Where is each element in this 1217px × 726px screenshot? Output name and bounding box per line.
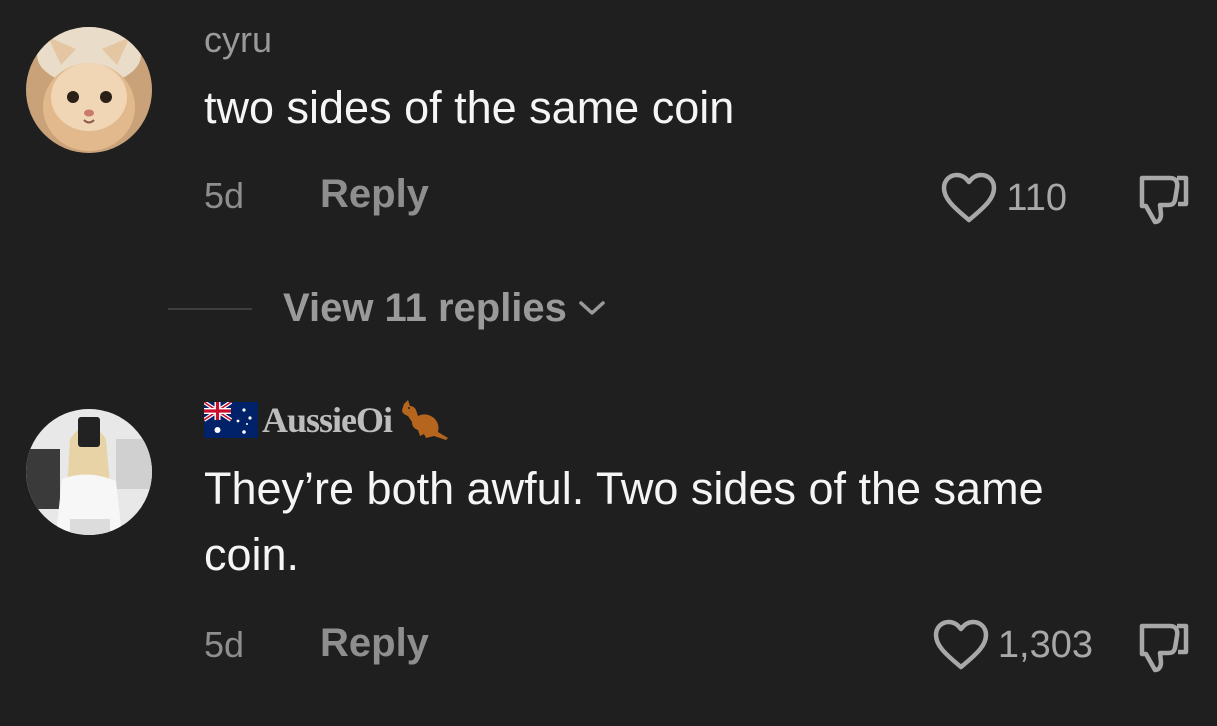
cat-avatar-image [26, 27, 152, 153]
view-replies-button[interactable]: View 11 replies [283, 288, 607, 328]
comment-text: They’re both awful. Two sides of the sam… [204, 463, 1044, 580]
avatar[interactable] [26, 409, 152, 535]
heart-outline-icon [933, 619, 989, 670]
replies-divider [168, 308, 252, 310]
dislike-button[interactable] [1136, 168, 1194, 231]
like-button[interactable]: 110 [940, 172, 1067, 224]
like-count: 110 [1006, 177, 1067, 219]
comment-text: two sides of the same coin [204, 82, 735, 133]
mirror-selfie-avatar-image [26, 409, 152, 535]
avatar[interactable] [26, 27, 152, 153]
thumbs-down-icon [1139, 175, 1189, 225]
like-button[interactable]: 1,303 [932, 619, 1093, 671]
like-count: 1,303 [997, 624, 1093, 666]
australia-flag-icon [204, 402, 258, 438]
heart-outline-icon [942, 172, 997, 223]
comment-username-row[interactable]: AussieOi [204, 398, 452, 442]
view-replies-label: View 11 replies [283, 286, 567, 330]
reply-button[interactable]: Reply [320, 623, 429, 663]
reply-button[interactable]: Reply [320, 174, 429, 214]
comment-username: AussieOi [262, 400, 393, 440]
comment-timestamp: 5d [204, 175, 245, 216]
comment-timestamp: 5d [204, 624, 245, 665]
thumbs-down-icon [1139, 623, 1189, 673]
chevron-down-icon [579, 301, 605, 315]
kangaroo-icon [402, 400, 449, 440]
dislike-button[interactable] [1136, 616, 1194, 679]
comment-username[interactable]: cyru [204, 22, 272, 58]
